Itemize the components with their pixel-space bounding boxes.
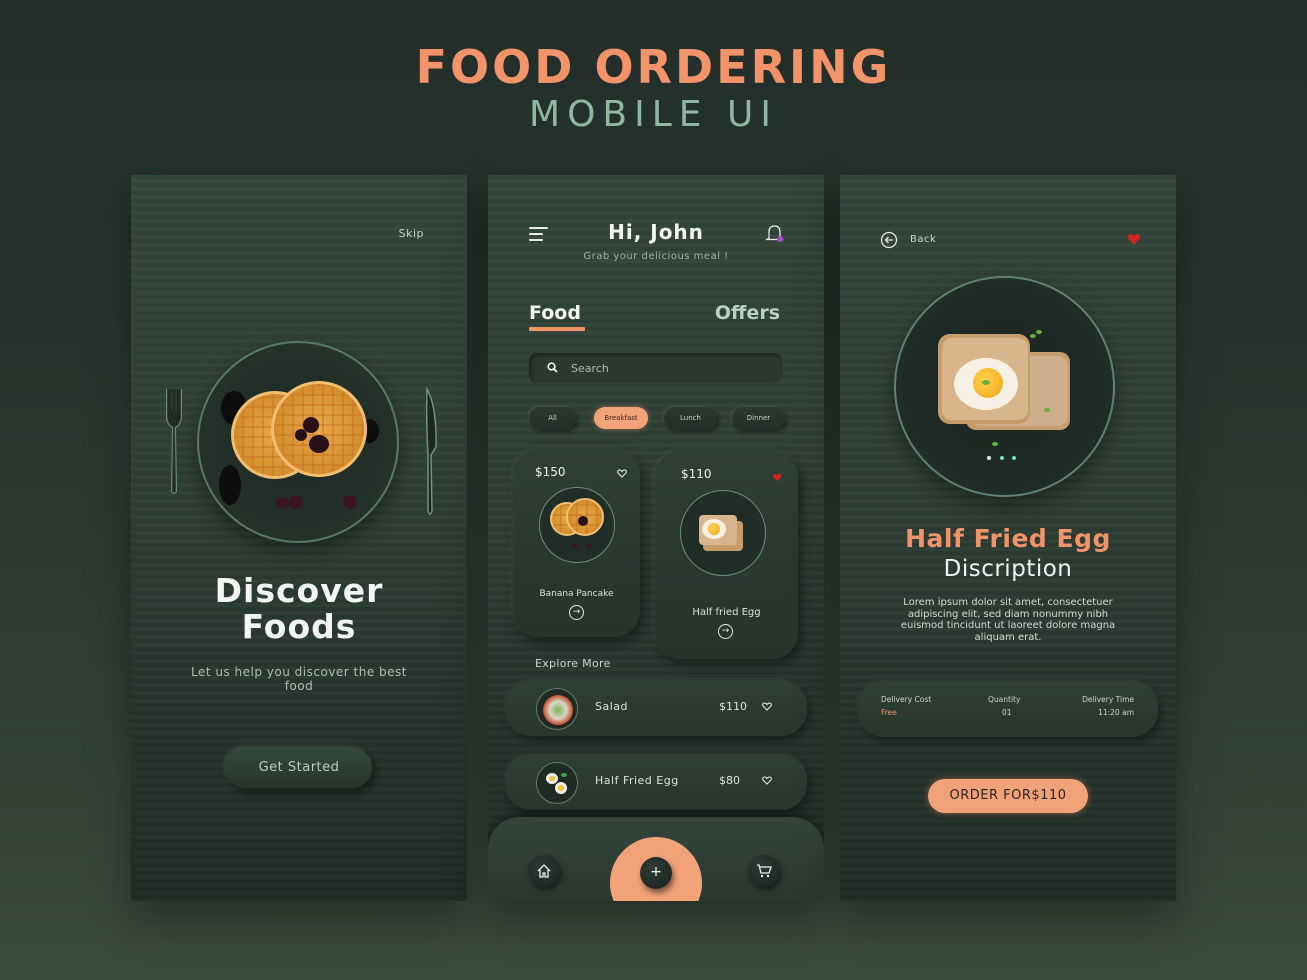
half-fried-egg-hero-image <box>894 276 1115 497</box>
home-screen: Hi, John Grab your delicious meal ! Food… <box>488 175 824 901</box>
headline-line-2: Foods <box>241 607 357 646</box>
onboarding-headline: Discover Foods <box>131 573 467 645</box>
waffle-plate-image <box>197 341 399 543</box>
explore-more-heading: Explore More <box>535 657 611 670</box>
description-heading: Discription <box>943 556 1073 582</box>
back-arrow-icon[interactable] <box>880 231 898 249</box>
heart-outline-icon[interactable] <box>762 702 772 711</box>
page-subtitle: MOBILE UI <box>529 94 778 135</box>
heart-filled-icon[interactable] <box>772 473 782 482</box>
knife-icon <box>425 387 437 515</box>
item-price: $110 <box>719 700 747 713</box>
heart-outline-icon[interactable] <box>762 776 772 785</box>
heart-outline-icon[interactable] <box>617 469 627 478</box>
order-button[interactable]: ORDER FOR$110 <box>928 779 1088 813</box>
delivery-time-value: 11:20 am <box>1098 708 1134 717</box>
explore-list-item[interactable]: Half Fried Egg $80 <box>505 754 807 810</box>
fork-icon <box>166 389 182 494</box>
skip-button[interactable]: Skip <box>399 227 424 240</box>
get-started-button[interactable]: Get Started <box>226 748 372 788</box>
category-chip-all[interactable]: All <box>529 407 576 429</box>
category-chip-dinner[interactable]: Dinner <box>732 407 785 429</box>
delivery-time-label: Delivery Time <box>1082 695 1134 704</box>
nav-home-button[interactable] <box>528 855 560 887</box>
favorite-heart-icon[interactable] <box>1127 233 1141 245</box>
arrow-right-icon[interactable]: → <box>569 605 584 620</box>
item-name: Half Fried Egg <box>595 774 679 787</box>
carousel-dot-active[interactable] <box>987 456 991 460</box>
delivery-cost-value: Free <box>881 708 897 717</box>
search-icon <box>547 362 558 373</box>
delivery-cost-label: Delivery Cost <box>881 695 932 704</box>
featured-card[interactable]: $150 Banana Pancake → <box>513 449 640 637</box>
active-tab-indicator <box>529 327 585 331</box>
carousel-dot[interactable] <box>1012 456 1016 460</box>
tab-food[interactable]: Food <box>529 302 581 324</box>
featured-card[interactable]: $110 Half fried Egg → <box>655 451 798 659</box>
back-button[interactable]: Back <box>910 234 936 245</box>
salad-image <box>536 688 578 730</box>
search-input[interactable] <box>571 353 771 383</box>
arrow-right-icon[interactable]: → <box>718 624 733 639</box>
explore-list-item[interactable]: Salad $110 <box>505 680 807 736</box>
notification-bell-icon[interactable] <box>765 224 785 244</box>
featured-price: $110 <box>681 467 712 481</box>
search-bar[interactable] <box>529 353 783 383</box>
onboarding-description: Let us help you discover the best food <box>191 665 408 693</box>
add-button[interactable]: + <box>640 857 672 889</box>
order-info-bar: Delivery Cost Free Quantity 01 Delivery … <box>858 681 1158 737</box>
item-name: Salad <box>595 700 629 713</box>
quantity-label: Quantity <box>988 695 1021 704</box>
half-fried-egg-image <box>680 490 766 576</box>
page-title: FOOD ORDERING <box>415 40 892 94</box>
pancake-image <box>539 487 615 563</box>
home-icon <box>537 864 551 878</box>
featured-name: Half fried Egg <box>692 607 761 618</box>
quantity-value[interactable]: 01 <box>1002 708 1012 717</box>
featured-name: Banana Pancake <box>539 589 614 599</box>
featured-price: $150 <box>535 465 566 479</box>
carousel-dot[interactable] <box>1000 456 1004 460</box>
bottom-navigation: + <box>488 817 824 901</box>
detail-screen: Back Half Fried Egg Discription Lorem ip… <box>840 175 1176 901</box>
category-chip-breakfast[interactable]: Breakfast <box>594 407 648 429</box>
food-title: Half Fried Egg <box>905 524 1111 553</box>
item-price: $80 <box>719 774 740 787</box>
greeting-subtitle: Grab your delicious meal ! <box>583 251 729 262</box>
nav-cart-button[interactable] <box>748 855 780 887</box>
headline-line-1: Discover <box>214 571 384 610</box>
tab-offers[interactable]: Offers <box>715 302 780 324</box>
boiled-egg-image <box>536 762 578 804</box>
plus-icon: + <box>650 864 662 880</box>
cart-icon <box>757 864 772 878</box>
onboarding-screen: Skip Discover Foods Let us help you disc… <box>131 175 467 901</box>
category-chip-lunch[interactable]: Lunch <box>664 407 717 429</box>
food-description: Lorem ipsum dolor sit amet, consectetuer… <box>900 597 1116 643</box>
